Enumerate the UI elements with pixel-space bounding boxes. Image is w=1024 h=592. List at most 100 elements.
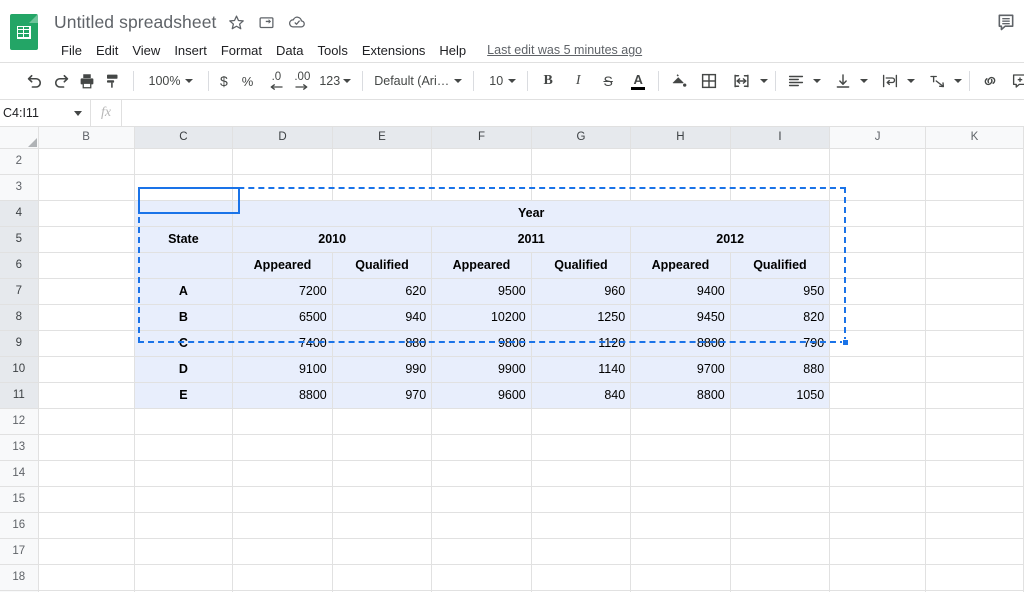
text-color-button[interactable]: A — [625, 68, 651, 94]
cell-i11[interactable]: 1050 — [730, 382, 831, 409]
cell-b17[interactable] — [38, 538, 135, 565]
last-edit-link[interactable]: Last edit was 5 minutes ago — [487, 43, 642, 57]
menu-item-view[interactable]: View — [125, 41, 167, 60]
cell-c4[interactable] — [134, 200, 234, 227]
cell-c3[interactable] — [134, 174, 234, 201]
cell-i8[interactable]: 820 — [730, 304, 831, 331]
cell-i6-qualified-2012[interactable]: Qualified — [730, 252, 831, 279]
cell-f7[interactable]: 9500 — [431, 278, 532, 305]
cell-h9[interactable]: 8800 — [630, 330, 731, 357]
cell-e8[interactable]: 940 — [332, 304, 433, 331]
chevron-down-icon[interactable] — [760, 79, 769, 83]
cell-g12[interactable] — [531, 408, 632, 435]
cell-g6-qualified-2011[interactable]: Qualified — [531, 252, 632, 279]
cell-k4[interactable] — [925, 200, 1024, 227]
cell-d11[interactable]: 8800 — [232, 382, 333, 409]
zoom-control[interactable]: 100% — [141, 68, 201, 94]
cell-e12[interactable] — [332, 408, 433, 435]
italic-button[interactable]: I — [565, 68, 591, 94]
horizontal-align-icon[interactable] — [783, 68, 809, 94]
cell-e18[interactable] — [332, 564, 433, 591]
cell-d2[interactable] — [232, 148, 333, 175]
cell-j14[interactable] — [829, 460, 927, 487]
cell-k16[interactable] — [925, 512, 1024, 539]
cell-g10[interactable]: 1140 — [531, 356, 632, 383]
chevron-down-icon[interactable] — [907, 79, 916, 83]
more-formats-control[interactable]: 123 — [315, 68, 355, 94]
cell-c10-state[interactable]: D — [134, 356, 234, 383]
cell-f15[interactable] — [431, 486, 532, 513]
chevron-down-icon[interactable] — [813, 79, 822, 83]
menu-item-format[interactable]: Format — [214, 41, 269, 60]
redo-icon[interactable] — [48, 68, 74, 94]
cell-f10[interactable]: 9900 — [431, 356, 532, 383]
cell-b2[interactable] — [38, 148, 135, 175]
column-header-b[interactable]: B — [38, 127, 135, 149]
cell-e10[interactable]: 990 — [332, 356, 433, 383]
menu-item-file[interactable]: File — [54, 41, 89, 60]
cell-g3[interactable] — [531, 174, 632, 201]
move-to-folder-icon[interactable] — [257, 12, 277, 32]
column-header-f[interactable]: F — [431, 127, 532, 149]
paint-format-icon[interactable] — [100, 68, 126, 94]
cell-h2[interactable] — [630, 148, 731, 175]
menu-item-help[interactable]: Help — [432, 41, 473, 60]
cell-k10[interactable] — [925, 356, 1024, 383]
fill-handle[interactable] — [842, 339, 849, 346]
cell-f17[interactable] — [431, 538, 532, 565]
cell-j13[interactable] — [829, 434, 927, 461]
cell-b7[interactable] — [38, 278, 135, 305]
cell-c12[interactable] — [134, 408, 234, 435]
cell-f14[interactable] — [431, 460, 532, 487]
cell-d6-appeared-2010[interactable]: Appeared — [232, 252, 333, 279]
select-all-corner[interactable] — [0, 127, 39, 149]
cell-b15[interactable] — [38, 486, 135, 513]
column-header-i[interactable]: I — [730, 127, 831, 149]
link-icon[interactable] — [977, 68, 1003, 94]
cell-e14[interactable] — [332, 460, 433, 487]
cell-c5-state-header[interactable]: State — [134, 226, 234, 253]
column-header-h[interactable]: H — [630, 127, 731, 149]
borders-icon[interactable] — [696, 68, 722, 94]
column-header-g[interactable]: G — [531, 127, 632, 149]
cell-f8[interactable]: 10200 — [431, 304, 532, 331]
cell-f5-year-2011[interactable]: 2011 — [431, 226, 632, 253]
cell-d9[interactable]: 7400 — [232, 330, 333, 357]
cell-e15[interactable] — [332, 486, 433, 513]
undo-icon[interactable] — [22, 68, 48, 94]
cell-j6[interactable] — [829, 252, 927, 279]
cell-f12[interactable] — [431, 408, 532, 435]
cell-h17[interactable] — [630, 538, 731, 565]
cell-i13[interactable] — [730, 434, 831, 461]
star-icon[interactable] — [227, 12, 247, 32]
increase-decimal-button[interactable]: .00 — [289, 68, 315, 94]
cell-i18[interactable] — [730, 564, 831, 591]
cell-k2[interactable] — [925, 148, 1024, 175]
cell-f18[interactable] — [431, 564, 532, 591]
cell-g17[interactable] — [531, 538, 632, 565]
fill-color-icon[interactable] — [666, 68, 692, 94]
cloud-saved-icon[interactable] — [287, 12, 307, 32]
cell-j11[interactable] — [829, 382, 927, 409]
row-header-16[interactable]: 16 — [0, 512, 39, 539]
row-header-17[interactable]: 17 — [0, 538, 39, 565]
font-size-control[interactable]: 10 — [481, 68, 520, 94]
column-header-c[interactable]: C — [134, 127, 234, 149]
cell-b3[interactable] — [38, 174, 135, 201]
cell-e9[interactable]: 880 — [332, 330, 433, 357]
cell-i10[interactable]: 880 — [730, 356, 831, 383]
cell-h8[interactable]: 9450 — [630, 304, 731, 331]
cell-e3[interactable] — [332, 174, 433, 201]
cell-g8[interactable]: 1250 — [531, 304, 632, 331]
font-family-control[interactable]: Default (Ari… — [370, 68, 466, 94]
cell-j12[interactable] — [829, 408, 927, 435]
cell-i9[interactable]: 790 — [730, 330, 831, 357]
cell-d15[interactable] — [232, 486, 333, 513]
percent-format-button[interactable]: % — [238, 68, 258, 94]
cell-c15[interactable] — [134, 486, 234, 513]
cell-d17[interactable] — [232, 538, 333, 565]
cell-g11[interactable]: 840 — [531, 382, 632, 409]
name-box[interactable]: C4:I11 — [0, 100, 90, 126]
row-header-6[interactable]: 6 — [0, 252, 39, 279]
menu-item-data[interactable]: Data — [269, 41, 310, 60]
